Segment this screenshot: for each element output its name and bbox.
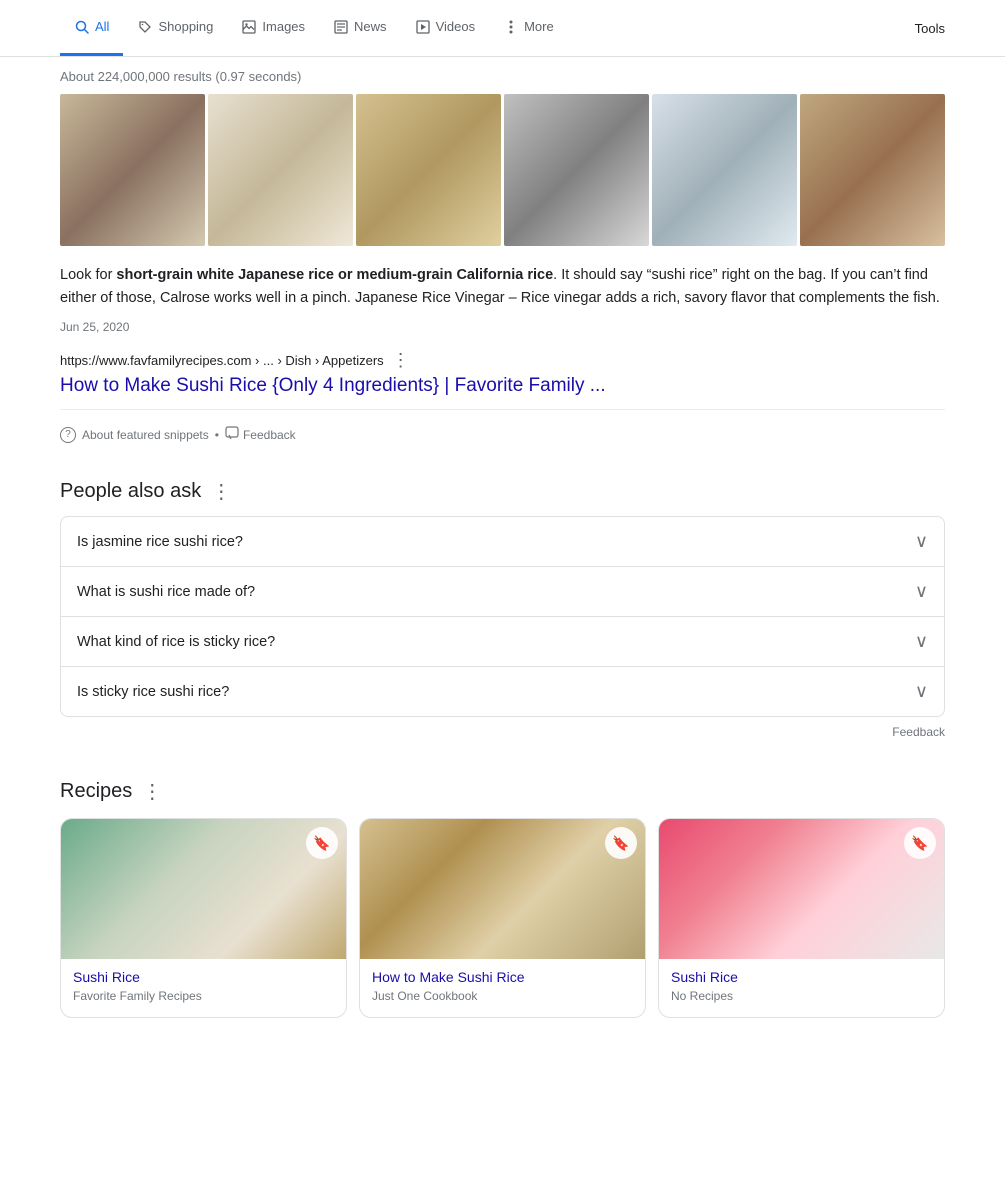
recipe-img-0: 🔖 [61,819,346,959]
chevron-down-icon-1: ∨ [915,581,928,602]
recipes-section-header: Recipes ⋮ [60,779,945,804]
snippet-feedback-link[interactable]: Feedback [225,426,296,443]
recipes-section: Recipes ⋮ 🔖 Sushi Rice Favorite Family R… [60,779,945,1018]
paa-more-button[interactable]: ⋮ [211,479,231,504]
nav-item-videos[interactable]: Videos [401,0,490,56]
recipe-info-0: Sushi Rice Favorite Family Recipes [61,959,346,1017]
about-featured-snippets-link[interactable]: About featured snippets [82,428,209,442]
paa-item-0[interactable]: Is jasmine rice sushi rice? ∨ [60,516,945,566]
nav-label-more: More [524,19,554,34]
paa-question-1: What is sushi rice made of? [77,584,255,600]
bookmark-icon-2: 🔖 [911,835,928,852]
snippet-footer: ? About featured snippets • Feedback [60,418,945,459]
paa-question-3: Is sticky rice sushi rice? [77,684,229,700]
bookmark-icon-1: 🔖 [612,835,629,852]
paa-item-3[interactable]: Is sticky rice sushi rice? ∨ [60,666,945,717]
recipe-card-1[interactable]: 🔖 How to Make Sushi Rice Just One Cookbo… [359,818,646,1018]
paa-feedback-link[interactable]: Feedback [60,717,945,759]
nav-item-shopping[interactable]: Shopping [123,0,227,56]
chevron-down-icon-2: ∨ [915,631,928,652]
nav-item-more[interactable]: More [489,0,568,56]
recipe-source-0: Favorite Family Recipes [73,989,334,1003]
snippet-text: Look for short-grain white Japanese rice… [60,264,945,310]
result-title-link[interactable]: How to Make Sushi Rice {Only 4 Ingredien… [60,375,945,397]
help-icon[interactable]: ? [60,427,76,443]
recipe-info-2: Sushi Rice No Recipes [659,959,944,1017]
chevron-down-icon-0: ∨ [915,531,928,552]
results-count: About 224,000,000 results (0.97 seconds) [60,57,945,94]
recipe-img-2: 🔖 [659,819,944,959]
source-options-button[interactable]: ⋮ [392,350,410,371]
recipe-card-0[interactable]: 🔖 Sushi Rice Favorite Family Recipes [60,818,347,1018]
top-navigation: All Shopping Images [0,0,1005,57]
source-url: https://www.favfamilyrecipes.com › ... ›… [60,350,945,371]
source-url-text: https://www.favfamilyrecipes.com › ... ›… [60,353,384,368]
recipe-img-1: 🔖 [360,819,645,959]
paa-item-1[interactable]: What is sushi rice made of? ∨ [60,566,945,616]
recipe-title-0[interactable]: Sushi Rice [73,969,334,985]
search-icon [74,19,90,35]
image-strip-item-1[interactable] [60,94,205,246]
nav-item-news[interactable]: News [319,0,401,56]
play-icon [415,19,431,35]
paa-title: People also ask [60,480,201,503]
nav-label-all: All [95,19,109,34]
feedback-icon [225,426,239,443]
recipe-source-2: No Recipes [671,989,932,1003]
paa-item-2[interactable]: What kind of rice is sticky rice? ∨ [60,616,945,666]
paa-list: Is jasmine rice sushi rice? ∨ What is su… [60,516,945,717]
recipe-title-1[interactable]: How to Make Sushi Rice [372,969,633,985]
recipes-title: Recipes [60,780,132,803]
paa-section-header: People also ask ⋮ [60,479,945,504]
snippet-date: Jun 25, 2020 [60,320,945,334]
main-content: About 224,000,000 results (0.97 seconds)… [0,57,1005,1018]
nav-label-videos: Videos [436,19,476,34]
recipes-more-button[interactable]: ⋮ [142,779,162,804]
image-strip-item-4[interactable] [504,94,649,246]
paa-question-0: Is jasmine rice sushi rice? [77,534,243,550]
snippet-divider [60,409,945,410]
image-icon [241,19,257,35]
recipe-card-2[interactable]: 🔖 Sushi Rice No Recipes [658,818,945,1018]
nav-item-images[interactable]: Images [227,0,319,56]
nav-item-all[interactable]: All [60,0,123,56]
nav-label-images: Images [262,19,305,34]
nav-label-news: News [354,19,387,34]
image-strip-item-5[interactable] [652,94,797,246]
recipe-title-2[interactable]: Sushi Rice [671,969,932,985]
nav-label-shopping: Shopping [158,19,213,34]
recipe-source-1: Just One Cookbook [372,989,633,1003]
tools-button[interactable]: Tools [915,21,945,36]
more-dots-icon [503,19,519,35]
image-strip-item-3[interactable] [356,94,501,246]
image-strip-item-6[interactable] [800,94,945,246]
recipe-cards: 🔖 Sushi Rice Favorite Family Recipes 🔖 [60,818,945,1018]
news-icon [333,19,349,35]
paa-question-2: What kind of rice is sticky rice? [77,634,275,650]
recipe-info-1: How to Make Sushi Rice Just One Cookbook [360,959,645,1017]
chevron-down-icon-3: ∨ [915,681,928,702]
image-strip[interactable] [60,94,945,246]
image-strip-item-2[interactable] [208,94,353,246]
bookmark-icon-0: 🔖 [313,835,330,852]
tag-icon [137,19,153,35]
